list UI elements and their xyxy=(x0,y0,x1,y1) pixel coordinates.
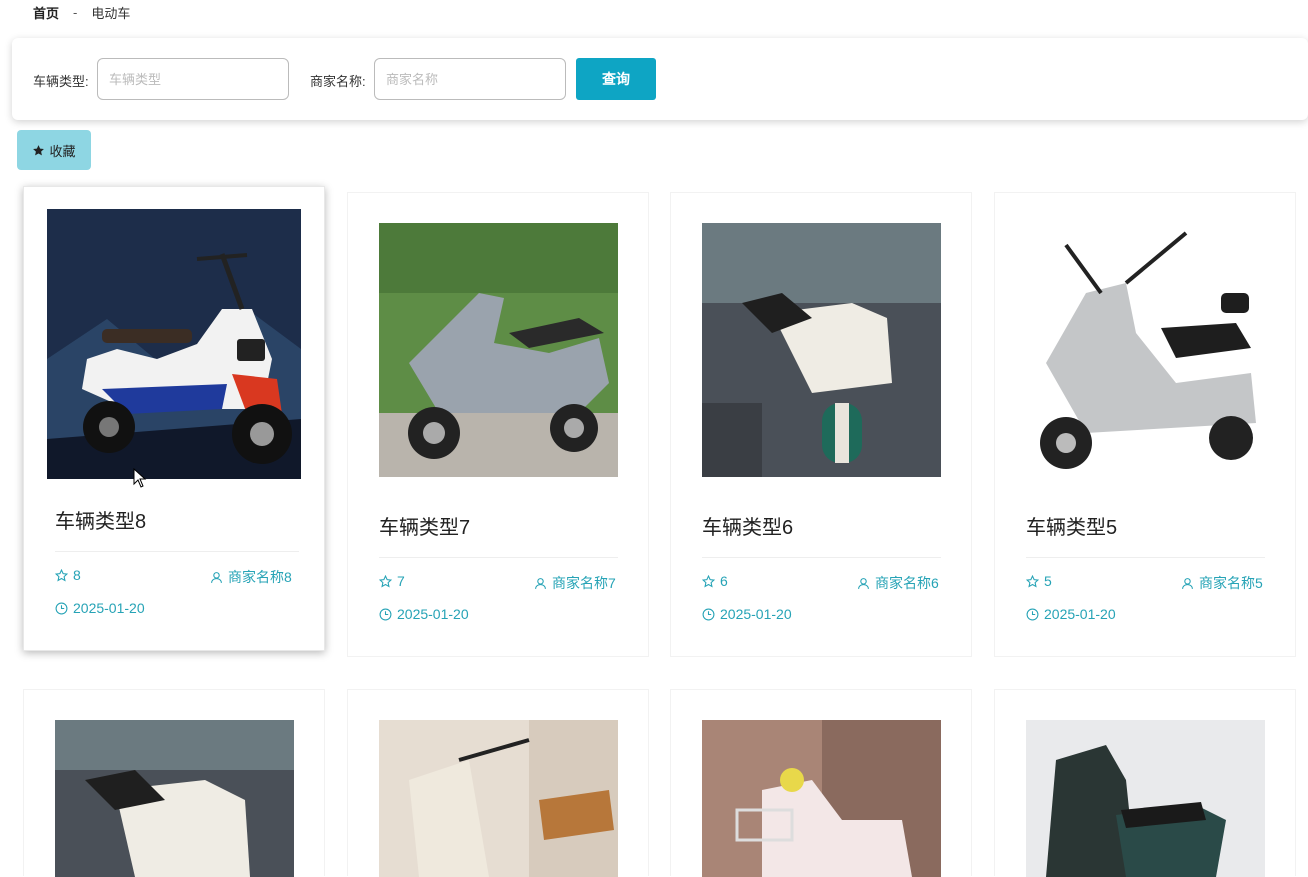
merchant-name-value: 商家名称7 xyxy=(552,575,616,591)
scooter-image[interactable] xyxy=(702,223,941,477)
card-divider xyxy=(1026,557,1265,558)
scooter-image[interactable] xyxy=(55,720,294,877)
merchant-name-value: 商家名称8 xyxy=(228,569,292,585)
product-card[interactable] xyxy=(670,689,972,877)
merchant-name: 商家名称6 xyxy=(857,573,939,593)
breadcrumb-home[interactable]: 首页 xyxy=(33,3,59,22)
scooter-image[interactable] xyxy=(47,209,301,479)
star-outline-icon xyxy=(55,568,68,581)
favorite-count-value: 5 xyxy=(1044,573,1052,589)
publish-date: 2025-01-20 xyxy=(702,606,792,622)
product-card[interactable] xyxy=(23,689,325,877)
vehicle-type-input[interactable] xyxy=(97,58,289,100)
favorite-count: 8 xyxy=(55,567,81,583)
clock-icon xyxy=(1026,608,1039,620)
card-divider xyxy=(55,551,299,552)
vehicle-type-label: 车辆类型: xyxy=(33,74,89,89)
star-icon xyxy=(33,144,45,155)
merchant-name: 商家名称8 xyxy=(210,567,292,587)
publish-date: 2025-01-20 xyxy=(379,606,469,622)
favorite-count: 7 xyxy=(379,573,405,589)
mouse-cursor-icon xyxy=(133,468,147,488)
card-divider xyxy=(379,557,618,558)
product-card[interactable]: 车辆类型6 6 商家名称6 2025-01-20 xyxy=(670,192,972,657)
publish-date-value: 2025-01-20 xyxy=(397,606,469,622)
favorite-count: 5 xyxy=(1026,573,1052,589)
scooter-image[interactable] xyxy=(379,720,618,877)
query-button[interactable]: 查询 xyxy=(576,58,656,100)
breadcrumb-separator: - xyxy=(73,5,78,20)
user-icon xyxy=(1182,577,1193,589)
publish-date: 2025-01-20 xyxy=(55,600,145,616)
user-icon xyxy=(211,571,222,583)
product-card[interactable] xyxy=(347,689,649,877)
scooter-image[interactable] xyxy=(702,720,941,877)
card-title[interactable]: 车辆类型6 xyxy=(702,511,793,540)
user-icon xyxy=(858,577,869,589)
card-title[interactable]: 车辆类型7 xyxy=(379,511,470,540)
star-outline-icon xyxy=(1026,574,1039,587)
favorite-count-value: 7 xyxy=(397,573,405,589)
card-title[interactable]: 车辆类型8 xyxy=(55,505,146,534)
star-outline-icon xyxy=(379,574,392,587)
publish-date-value: 2025-01-20 xyxy=(1044,606,1116,622)
search-panel: 车辆类型: 商家名称: 查询 xyxy=(12,38,1308,120)
card-divider xyxy=(702,557,941,558)
merchant-name-label: 商家名称: xyxy=(310,74,366,89)
favorite-button[interactable]: 收藏 xyxy=(17,130,91,170)
clock-icon xyxy=(379,608,392,620)
breadcrumb: 首页 - 电动车 xyxy=(33,3,130,22)
merchant-name-value: 商家名称5 xyxy=(1199,575,1263,591)
star-outline-icon xyxy=(702,574,715,587)
publish-date: 2025-01-20 xyxy=(1026,606,1116,622)
user-icon xyxy=(535,577,546,589)
product-card[interactable]: 车辆类型7 7 商家名称7 2025-01-20 xyxy=(347,192,649,657)
clock-icon xyxy=(702,608,715,620)
scooter-image[interactable] xyxy=(1026,223,1265,477)
clock-icon xyxy=(55,602,68,614)
favorite-count: 6 xyxy=(702,573,728,589)
favorite-count-value: 6 xyxy=(720,573,728,589)
merchant-name-input[interactable] xyxy=(374,58,566,100)
merchant-name-value: 商家名称6 xyxy=(875,575,939,591)
publish-date-value: 2025-01-20 xyxy=(73,600,145,616)
product-card[interactable]: 车辆类型8 8 商家名称8 2025-01-20 xyxy=(23,186,325,651)
favorite-button-label: 收藏 xyxy=(49,143,76,159)
merchant-name: 商家名称5 xyxy=(1181,573,1263,593)
card-title[interactable]: 车辆类型5 xyxy=(1026,511,1117,540)
favorite-count-value: 8 xyxy=(73,567,81,583)
scooter-image[interactable] xyxy=(1026,720,1265,877)
merchant-name: 商家名称7 xyxy=(534,573,616,593)
scooter-image[interactable] xyxy=(379,223,618,477)
publish-date-value: 2025-01-20 xyxy=(720,606,792,622)
product-card[interactable]: 车辆类型5 5 商家名称5 2025-01-20 xyxy=(994,192,1296,657)
product-card[interactable] xyxy=(994,689,1296,877)
breadcrumb-current: 电动车 xyxy=(91,6,131,21)
